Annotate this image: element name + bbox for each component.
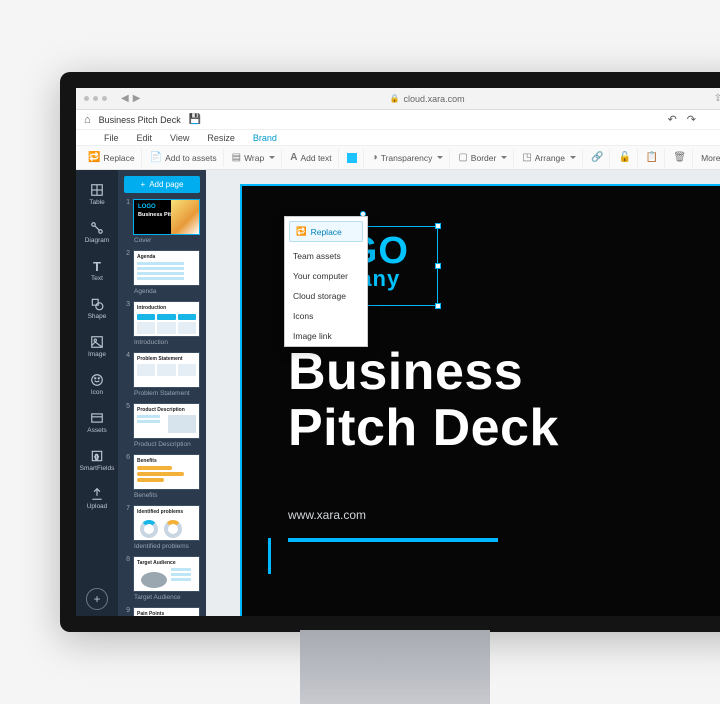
replace-opt-cloud[interactable]: Cloud storage (285, 286, 367, 306)
replace-popup-button[interactable]: 🔁 Replace (289, 221, 363, 242)
browser-share-icon[interactable]: ⇪ (714, 93, 720, 104)
replace-opt-link[interactable]: Image link (285, 326, 367, 346)
menu-resize[interactable]: Resize (207, 133, 235, 143)
lock-icon: 🔒 (390, 94, 400, 103)
thumb-6[interactable]: Benefits (133, 454, 200, 490)
menu-file[interactable]: File (104, 133, 119, 143)
redo-icon[interactable]: ↷ (687, 113, 696, 126)
accent-line (288, 538, 498, 542)
thumb-4[interactable]: Problem Statement (133, 352, 200, 388)
thumb-2[interactable]: Agenda (133, 250, 200, 286)
rail-diagram[interactable]: Diagram (79, 214, 115, 250)
border-button[interactable]: ▢Border (452, 149, 514, 167)
wrap-button[interactable]: ▤Wrap (226, 149, 283, 167)
canvas[interactable]: LOGO Company 🔁 Replace Team assets You (206, 170, 720, 616)
thumb-1[interactable]: LOGO Business Pitch Deck (133, 199, 200, 235)
thumb-5[interactable]: Product Description (133, 403, 200, 439)
browser-url: cloud.xara.com (404, 94, 465, 104)
thumb-8[interactable]: Target Audience (133, 556, 200, 592)
document-title: Business Pitch Deck (99, 115, 181, 125)
menubar: File Edit View Resize Brand (76, 130, 720, 146)
replace-icon: 🔁 (296, 226, 307, 237)
slide-title[interactable]: Business Pitch Deck (288, 344, 559, 456)
undo-icon[interactable]: ↶ (668, 113, 677, 126)
replace-opt-team[interactable]: Team assets (285, 246, 367, 266)
replace-opt-icons[interactable]: Icons (285, 306, 367, 326)
slide[interactable]: LOGO Company 🔁 Replace Team assets You (240, 184, 720, 616)
arrange-button[interactable]: ◳Arrange (516, 149, 583, 167)
thumb-3[interactable]: Introduction (133, 301, 200, 337)
menu-edit[interactable]: Edit (137, 133, 153, 143)
add-to-assets-button[interactable]: 📄Add to assets (144, 149, 224, 167)
delete-button[interactable]: 🗑 (667, 149, 693, 167)
save-icon[interactable]: 💾 (189, 114, 201, 125)
thumb-7[interactable]: Identified problems (133, 505, 200, 541)
menu-view[interactable]: View (170, 133, 189, 143)
lock-button[interactable]: 🔓 (612, 149, 637, 167)
add-page-button[interactable]: +Add page (124, 176, 200, 193)
monitor-stand (300, 630, 490, 704)
tool-rail: Table Diagram TText Shape Image Icon Ass… (76, 170, 118, 616)
rail-text[interactable]: TText (79, 252, 115, 288)
menu-brand[interactable]: Brand (253, 133, 277, 143)
add-text-button[interactable]: AAdd text (284, 149, 338, 167)
context-toolbar: 🔁Replace 📄Add to assets ▤Wrap AAdd text … (76, 146, 720, 170)
browser-chrome: ◀ ▶ 🔒 cloud.xara.com ⇪ + (76, 88, 720, 110)
rail-smartfields[interactable]: {}SmartFields (79, 442, 115, 478)
transparency-button[interactable]: ◑Transparency (366, 149, 451, 167)
rail-table[interactable]: Table (79, 176, 115, 212)
svg-text:{}: {} (95, 454, 99, 460)
home-icon[interactable]: ⌂ (84, 114, 91, 126)
rail-image[interactable]: Image (79, 328, 115, 364)
replace-popup: 🔁 Replace Team assets Your computer Clou… (284, 216, 368, 347)
rail-shape[interactable]: Shape (79, 290, 115, 326)
replace-button[interactable]: 🔁Replace (82, 149, 142, 167)
page-thumbnails: +Add page 1 LOGO Business Pitch Deck Cov… (118, 170, 206, 616)
browser-fwd-icon[interactable]: ▶ (133, 93, 141, 104)
rail-upload[interactable]: Upload (79, 480, 115, 516)
rail-icon[interactable]: Icon (79, 366, 115, 402)
accent-bar (268, 538, 271, 574)
thumb-9[interactable]: Pain Points (133, 607, 200, 616)
copy-button[interactable]: 📋 (640, 149, 665, 167)
browser-back-icon[interactable]: ◀ (121, 93, 129, 104)
rail-add-button[interactable]: + (86, 588, 108, 610)
color-swatch[interactable] (341, 149, 364, 167)
replace-opt-computer[interactable]: Your computer (285, 266, 367, 286)
rail-assets[interactable]: Assets (79, 404, 115, 440)
slide-url[interactable]: www.xara.com (288, 508, 366, 522)
link-button[interactable]: 🔗 (585, 149, 610, 167)
more-button[interactable]: More (695, 149, 720, 167)
